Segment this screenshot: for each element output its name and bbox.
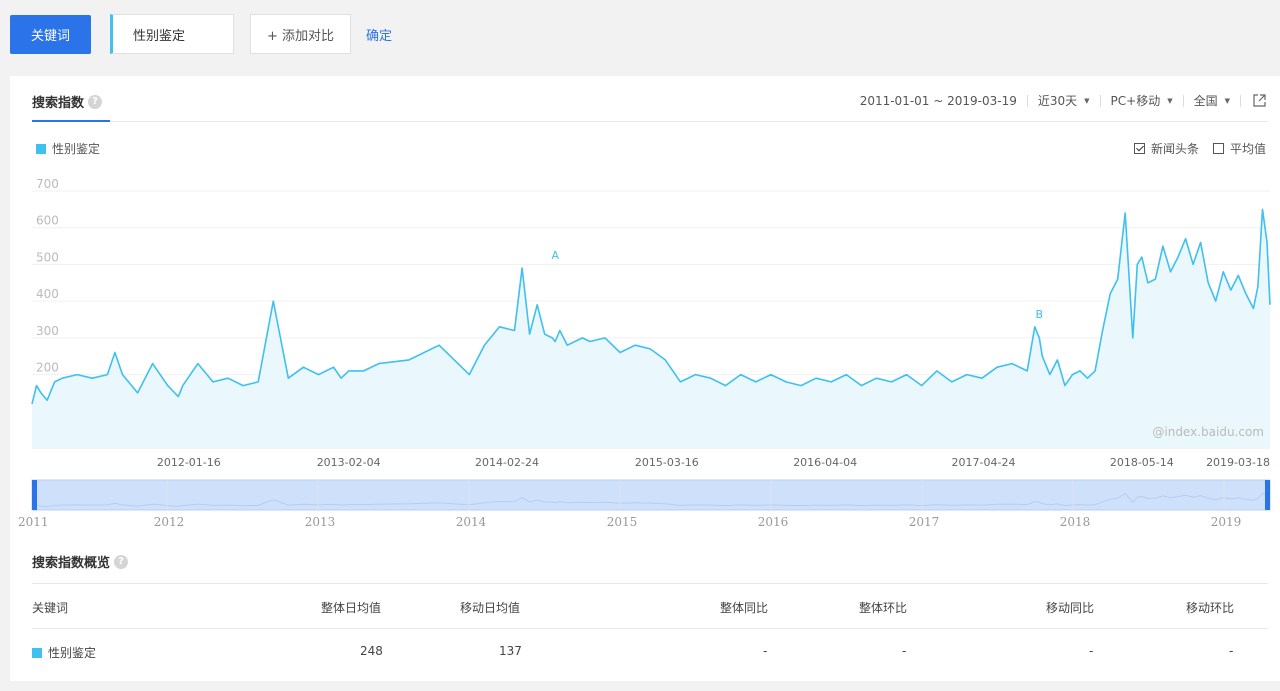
summary-title-text: 搜索指数概览 bbox=[32, 556, 111, 571]
x-tick-label: 2016-04-04 bbox=[793, 456, 857, 469]
y-tick-label: 300 bbox=[36, 324, 59, 338]
navigator-year-label: 2016 bbox=[758, 515, 789, 529]
series-area bbox=[32, 209, 1270, 448]
cell-overall-yoy: - bbox=[763, 644, 768, 658]
cell-overall-mom: - bbox=[902, 644, 907, 658]
cell-mobile-yoy: - bbox=[1089, 644, 1094, 658]
annotation-marker[interactable]: B bbox=[1036, 308, 1044, 321]
y-tick-label: 200 bbox=[36, 361, 59, 375]
col-header-keyword: 关键词 bbox=[32, 601, 69, 615]
x-tick-label: 2019-03-18 bbox=[1206, 456, 1270, 469]
table-row-keyword: 性别鉴定 bbox=[32, 644, 96, 661]
navigator-year-label: 2017 bbox=[909, 515, 940, 529]
question-icon[interactable]: ? bbox=[114, 554, 129, 569]
keyword-button[interactable]: 关键词 bbox=[10, 15, 91, 54]
cell-mobile-mom: - bbox=[1229, 644, 1234, 658]
col-header-overall-mom: 整体环比 bbox=[859, 601, 908, 615]
navigator-year-label: 2015 bbox=[607, 515, 638, 529]
row-keyword: 性别鉴定 bbox=[48, 646, 97, 660]
navigator-left-handle[interactable] bbox=[32, 480, 37, 510]
cell-overall-avg: 248 bbox=[360, 644, 383, 658]
navigator-year-label: 2018 bbox=[1060, 515, 1091, 529]
x-tick-label: 2017-04-24 bbox=[952, 456, 1016, 469]
navigator-year-label: 2011 bbox=[18, 515, 49, 529]
col-header-mobile-yoy: 移动同比 bbox=[1046, 601, 1095, 615]
x-tick-label: 2014-02-24 bbox=[475, 456, 539, 469]
search-index-panel: 搜索指数 ? 2011-01-01 ~ 2019-03-19 近30天 ▼ PC… bbox=[10, 76, 1280, 681]
x-tick-label: 2018-05-14 bbox=[1110, 456, 1174, 469]
navigator-right-handle[interactable] bbox=[1265, 480, 1270, 510]
annotation-marker[interactable]: A bbox=[551, 249, 559, 262]
cell-mobile-avg: 137 bbox=[499, 644, 522, 658]
x-tick-label: 2013-02-04 bbox=[317, 456, 381, 469]
confirm-link[interactable]: 确定 bbox=[366, 25, 392, 44]
navigator-year-label: 2012 bbox=[154, 515, 185, 529]
col-header-mobile-mom: 移动环比 bbox=[1186, 601, 1235, 615]
y-tick-label: 400 bbox=[36, 287, 59, 301]
y-tick-label: 700 bbox=[36, 177, 59, 191]
x-tick-label: 2015-03-16 bbox=[635, 456, 699, 469]
keyword-input[interactable]: 性别鉴定 bbox=[110, 14, 234, 54]
summary-title: 搜索指数概览 ? bbox=[32, 552, 129, 571]
navigator-year-label: 2013 bbox=[305, 515, 336, 529]
y-tick-label: 500 bbox=[36, 250, 59, 264]
search-index-chart[interactable]: 700600500400300200100AB@index.baidu.com2… bbox=[10, 76, 1280, 536]
col-header-mobile-avg: 移动日均值 bbox=[460, 601, 521, 615]
col-header-overall-yoy: 整体同比 bbox=[720, 601, 769, 615]
navigator-year-label: 2019 bbox=[1211, 515, 1242, 529]
summary-divider bbox=[32, 628, 1268, 629]
add-compare-button[interactable]: + 添加对比 bbox=[250, 14, 351, 54]
summary-divider bbox=[32, 583, 1268, 584]
y-tick-label: 600 bbox=[36, 214, 59, 228]
col-header-overall-avg: 整体日均值 bbox=[321, 601, 382, 615]
keyword-swatch bbox=[32, 647, 42, 658]
x-tick-label: 2012-01-16 bbox=[157, 456, 221, 469]
watermark: @index.baidu.com bbox=[1152, 425, 1264, 439]
navigator-year-label: 2014 bbox=[456, 515, 487, 529]
